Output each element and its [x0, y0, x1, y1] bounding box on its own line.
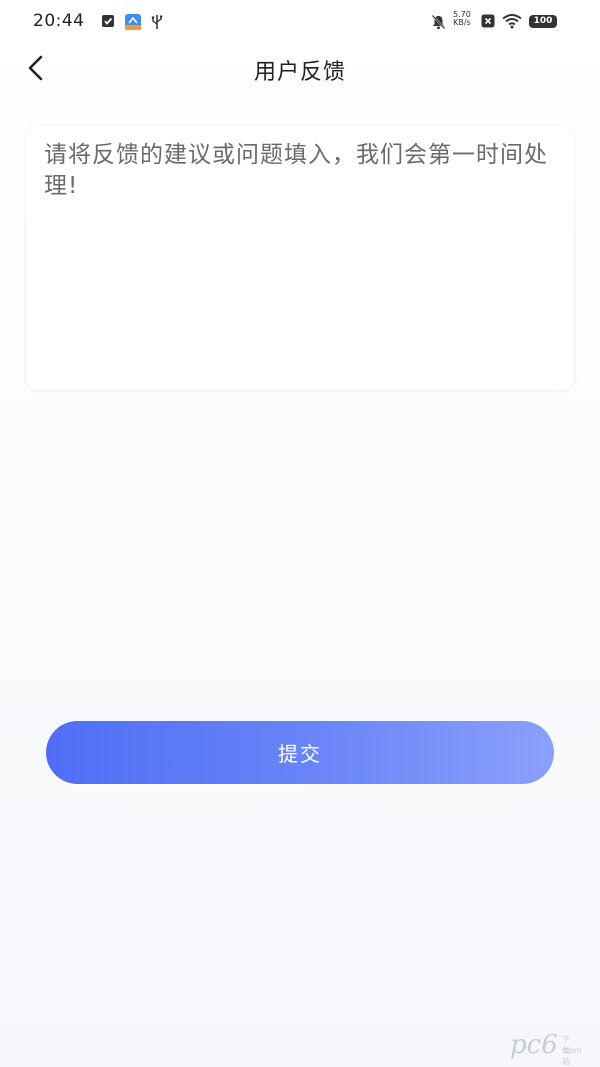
bell-muted-icon — [431, 14, 446, 30]
wifi-icon — [502, 14, 522, 29]
checkbox-notification-icon — [102, 15, 114, 27]
feedback-box — [26, 126, 574, 390]
watermark-sub2: .com — [562, 1046, 582, 1055]
app-notification-icon — [125, 14, 141, 30]
watermark-logo: pc6 下载站 .com — [510, 1030, 582, 1066]
battery-indicator: 100 — [529, 15, 557, 28]
network-speed: 5.70 KB/s — [453, 11, 471, 27]
feedback-input[interactable] — [26, 126, 574, 390]
close-box-icon — [481, 14, 495, 28]
page-title: 用户反馈 — [253, 60, 346, 85]
status-bar: 20:44 5.70 KB/s 100 — [0, 0, 600, 44]
nav-bar: 用户反馈 — [0, 44, 600, 92]
network-speed-unit: KB/s — [453, 18, 471, 27]
status-time: 20:44 — [33, 11, 85, 31]
submit-button[interactable]: 提交 — [46, 721, 554, 784]
usb-icon — [151, 15, 163, 29]
watermark-text: pc6 — [510, 1030, 558, 1060]
